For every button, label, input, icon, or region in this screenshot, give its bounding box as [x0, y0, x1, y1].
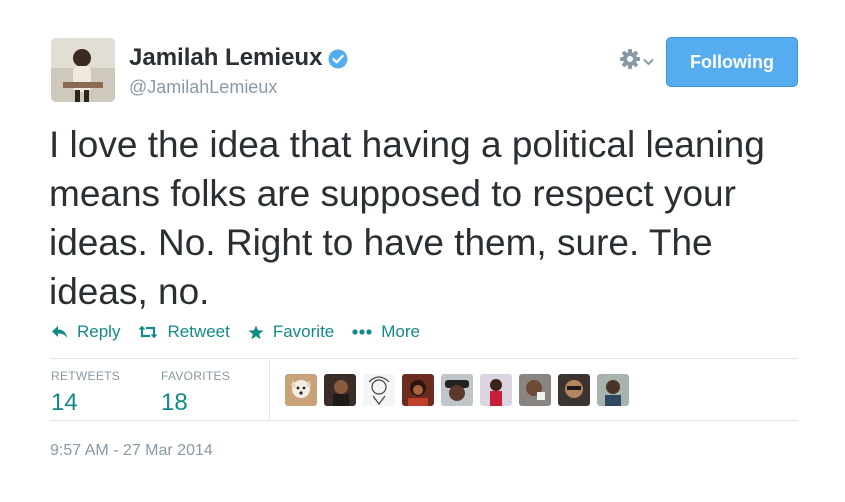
favoriter-avatar[interactable] — [402, 374, 434, 406]
favorites-stat[interactable]: FAVORITES 18 — [161, 369, 230, 417]
stats-separator — [269, 358, 270, 420]
display-name[interactable]: Jamilah Lemieux — [129, 44, 348, 72]
divider — [50, 420, 798, 421]
user-handle[interactable]: @JamilahLemieux — [129, 77, 277, 98]
favoriter-avatar[interactable] — [285, 374, 317, 406]
favorites-count[interactable]: 18 — [161, 389, 230, 417]
reply-button[interactable]: Reply — [51, 322, 120, 342]
tweet-text: I love the idea that having a political … — [49, 124, 765, 312]
favorite-button[interactable]: Favorite — [248, 322, 334, 342]
display-name-text[interactable]: Jamilah Lemieux — [129, 44, 322, 72]
star-icon — [248, 325, 264, 339]
tweet-timestamp[interactable]: 9:57 AM - 27 Mar 2014 — [50, 442, 213, 460]
divider — [50, 358, 798, 359]
retweets-stat[interactable]: RETWEETS 14 — [51, 369, 120, 417]
more-label: More — [381, 322, 420, 341]
favoriter-avatar[interactable] — [558, 374, 590, 406]
settings-dropdown[interactable] — [619, 48, 654, 75]
favorite-label: Favorite — [272, 322, 335, 341]
more-button[interactable]: More — [352, 322, 420, 342]
gear-icon[interactable] — [619, 48, 641, 75]
tweet-actions: Reply Retweet Favorite More — [51, 322, 438, 342]
retweets-label: RETWEETS — [51, 369, 121, 383]
favorites-label: FAVORITES — [161, 369, 231, 383]
reply-label: Reply — [77, 322, 121, 341]
retweets-count[interactable]: 14 — [51, 389, 120, 417]
profile-avatar[interactable] — [51, 38, 115, 102]
favoriters-avatars — [285, 374, 636, 406]
favoriter-avatar[interactable] — [363, 374, 395, 406]
favoriter-avatar[interactable] — [441, 374, 473, 406]
verified-badge-icon — [328, 48, 348, 69]
favoriter-avatar[interactable] — [324, 374, 356, 406]
retweet-icon — [138, 325, 158, 339]
favoriter-avatar[interactable] — [480, 374, 512, 406]
chevron-down-icon — [643, 53, 654, 71]
reply-icon — [52, 326, 67, 338]
more-dots-icon — [352, 329, 372, 335]
following-button[interactable]: Following — [666, 37, 798, 87]
favoriter-avatar[interactable] — [519, 374, 551, 406]
favoriter-avatar[interactable] — [597, 374, 629, 406]
retweet-button[interactable]: Retweet — [138, 322, 230, 342]
retweet-label: Retweet — [167, 322, 230, 341]
